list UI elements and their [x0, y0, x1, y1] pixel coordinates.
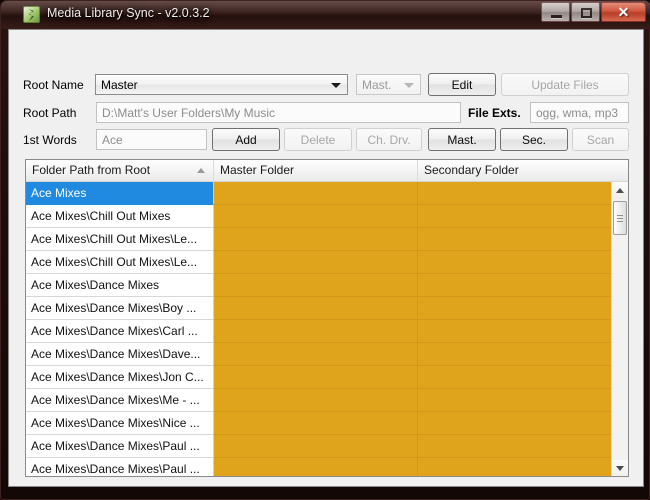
update-files-button[interactable]: Update Files	[501, 73, 629, 96]
scroll-up-button[interactable]	[612, 182, 628, 199]
root-name-value: Master	[101, 78, 138, 92]
chevron-down-icon	[331, 83, 341, 88]
cell-folder-path: Ace Mixes\Dance Mixes	[26, 274, 214, 297]
chevron-down-icon	[404, 83, 414, 88]
sort-ascending-icon	[197, 168, 205, 173]
table-row[interactable]: Ace Mixes\Dance Mixes\Paul ...	[26, 458, 613, 476]
cell-folder-path: Ace Mixes\Dance Mixes\Paul ...	[26, 458, 214, 476]
maximize-icon	[581, 8, 592, 18]
close-button[interactable]: ✕	[601, 2, 646, 22]
close-icon: ✕	[617, 3, 630, 20]
file-exts-label: File Exts.	[468, 106, 521, 120]
folder-list-view[interactable]: Folder Path from Root Master Folder Seco…	[25, 159, 629, 477]
root-path-input[interactable]: D:\Matt's User Folders\My Music	[96, 102, 461, 123]
cell-secondary-folder	[418, 297, 613, 320]
table-row[interactable]: Ace Mixes\Dance Mixes	[26, 274, 613, 297]
column-header-folder-path[interactable]: Folder Path from Root	[26, 160, 214, 182]
cell-secondary-folder	[418, 228, 613, 251]
table-row[interactable]: Ace Mixes\Chill Out Mixes	[26, 205, 613, 228]
application-window: Media Library Sync - v2.0.3.2 ✕ Root Nam…	[0, 0, 650, 500]
column-header-label: Folder Path from Root	[32, 163, 151, 177]
cell-master-folder	[214, 458, 418, 476]
cell-master-folder	[214, 205, 418, 228]
table-row[interactable]: Ace Mixes\Dance Mixes\Dave...	[26, 343, 613, 366]
maximize-button[interactable]	[571, 2, 600, 22]
cell-folder-path: Ace Mixes	[26, 182, 214, 205]
cell-master-folder	[214, 228, 418, 251]
secondary-button[interactable]: Sec.	[500, 128, 568, 151]
window-title: Media Library Sync - v2.0.3.2	[47, 6, 210, 20]
root-path-label: Root Path	[23, 106, 77, 120]
first-words-label: 1st Words	[23, 133, 77, 147]
cell-secondary-folder	[418, 458, 613, 476]
cell-master-folder	[214, 366, 418, 389]
cell-folder-path: Ace Mixes\Chill Out Mixes\Le...	[26, 228, 214, 251]
root-type-value: Mast.	[362, 78, 392, 92]
table-row[interactable]: Ace Mixes\Dance Mixes\Paul ...	[26, 435, 613, 458]
cell-folder-path: Ace Mixes\Dance Mixes\Boy ...	[26, 297, 214, 320]
cell-folder-path: Ace Mixes\Chill Out Mixes\Le...	[26, 251, 214, 274]
cell-folder-path: Ace Mixes\Dance Mixes\Jon C...	[26, 366, 214, 389]
list-body: Ace Mixes Ace Mixes\Chill Out Mixes Ace Mi…	[26, 182, 613, 476]
cell-secondary-folder	[418, 251, 613, 274]
media-library-icon	[23, 6, 40, 23]
cell-folder-path: Ace Mixes\Dance Mixes\Nice ...	[26, 412, 214, 435]
cell-secondary-folder	[418, 412, 613, 435]
cell-secondary-folder	[418, 274, 613, 297]
vertical-scrollbar[interactable]	[611, 182, 628, 476]
add-button[interactable]: Add	[212, 128, 280, 151]
root-name-label: Root Name	[23, 78, 84, 92]
cell-master-folder	[214, 435, 418, 458]
window-controls: ✕	[540, 2, 646, 22]
cell-secondary-folder	[418, 366, 613, 389]
list-header: Folder Path from Root Master Folder Seco…	[26, 160, 628, 182]
cell-secondary-folder	[418, 205, 613, 228]
cell-secondary-folder	[418, 435, 613, 458]
cell-folder-path: Ace Mixes\Dance Mixes\Paul ...	[26, 435, 214, 458]
change-drive-button[interactable]: Ch. Drv.	[356, 128, 422, 151]
minimize-icon	[551, 15, 562, 18]
table-row[interactable]: Ace Mixes\Dance Mixes\Jon C...	[26, 366, 613, 389]
scroll-down-button[interactable]	[612, 460, 628, 476]
client-area: Root Name Master Mast. Edit Update Files…	[8, 29, 644, 487]
cell-secondary-folder	[418, 182, 613, 205]
edit-button[interactable]: Edit	[428, 73, 496, 96]
first-words-input[interactable]: Ace	[96, 129, 207, 150]
table-row[interactable]: Ace Mixes	[26, 182, 613, 205]
scrollbar-thumb[interactable]	[613, 201, 627, 235]
column-header-secondary-folder[interactable]: Secondary Folder	[418, 160, 628, 182]
cell-master-folder	[214, 412, 418, 435]
table-row[interactable]: Ace Mixes\Dance Mixes\Me - ...	[26, 389, 613, 412]
table-row[interactable]: Ace Mixes\Chill Out Mixes\Le...	[26, 228, 613, 251]
cell-folder-path: Ace Mixes\Dance Mixes\Carl ...	[26, 320, 214, 343]
root-type-combo[interactable]: Mast.	[356, 74, 421, 95]
scan-button[interactable]: Scan	[572, 128, 629, 151]
table-row[interactable]: Ace Mixes\Dance Mixes\Carl ...	[26, 320, 613, 343]
minimize-button[interactable]	[541, 2, 570, 22]
cell-master-folder	[214, 389, 418, 412]
table-row[interactable]: Ace Mixes\Dance Mixes\Boy ...	[26, 297, 613, 320]
chevron-down-icon	[616, 466, 624, 471]
cell-folder-path: Ace Mixes\Dance Mixes\Dave...	[26, 343, 214, 366]
root-name-combo[interactable]: Master	[95, 74, 348, 95]
cell-folder-path: Ace Mixes\Dance Mixes\Me - ...	[26, 389, 214, 412]
table-row[interactable]: Ace Mixes\Chill Out Mixes\Le...	[26, 251, 613, 274]
cell-secondary-folder	[418, 343, 613, 366]
delete-button[interactable]: Delete	[284, 128, 352, 151]
table-row[interactable]: Ace Mixes\Dance Mixes\Nice ...	[26, 412, 613, 435]
cell-master-folder	[214, 251, 418, 274]
title-bar[interactable]: Media Library Sync - v2.0.3.2 ✕	[1, 1, 650, 29]
cell-master-folder	[214, 297, 418, 320]
cell-master-folder	[214, 343, 418, 366]
cell-master-folder	[214, 182, 418, 205]
cell-secondary-folder	[418, 320, 613, 343]
cell-secondary-folder	[418, 389, 613, 412]
file-exts-input[interactable]: ogg, wma, mp3	[530, 102, 629, 123]
chevron-up-icon	[616, 188, 624, 193]
cell-master-folder	[214, 274, 418, 297]
cell-folder-path: Ace Mixes\Chill Out Mixes	[26, 205, 214, 228]
master-button[interactable]: Mast.	[428, 128, 496, 151]
column-header-master-folder[interactable]: Master Folder	[214, 160, 418, 182]
cell-master-folder	[214, 320, 418, 343]
